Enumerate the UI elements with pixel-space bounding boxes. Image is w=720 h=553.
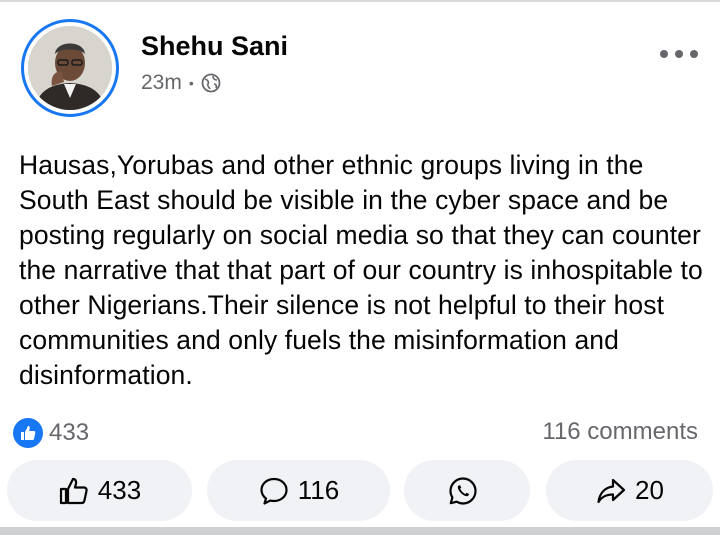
more-dot-icon <box>675 50 683 58</box>
whatsapp-share-button[interactable] <box>404 460 530 521</box>
post-meta: 23m • <box>141 71 221 95</box>
more-dot-icon <box>690 50 698 58</box>
post-text: Hausas,Yorubas and other ethnic groups l… <box>19 150 703 390</box>
like-count: 433 <box>97 475 142 505</box>
share-icon <box>597 478 626 503</box>
more-options-button[interactable] <box>660 44 698 64</box>
comment-icon <box>260 477 288 505</box>
comments-count[interactable]: 116 comments <box>542 418 698 446</box>
reaction-count: 433 <box>49 419 90 446</box>
share-count: 20 <box>635 475 664 505</box>
profile-photo-icon <box>28 26 112 110</box>
whatsapp-icon <box>449 476 477 505</box>
post-time[interactable]: 23m <box>141 71 182 95</box>
like-reaction-icon <box>13 418 43 448</box>
meta-separator: • <box>188 75 194 91</box>
bottom-divider <box>0 527 720 535</box>
top-divider <box>0 0 720 2</box>
thumbs-up-icon <box>59 477 88 504</box>
reaction-summary[interactable]: 433 <box>13 418 89 448</box>
share-button[interactable]: 20 <box>546 460 713 521</box>
comment-count: 116 <box>297 475 340 505</box>
globe-icon[interactable] <box>201 73 221 93</box>
like-button[interactable]: 433 <box>7 460 192 521</box>
author-name[interactable]: Shehu Sani <box>141 31 288 62</box>
avatar-photo <box>28 26 112 110</box>
more-dot-icon <box>660 50 668 58</box>
comment-button[interactable]: 116 <box>207 460 390 521</box>
avatar[interactable] <box>21 19 119 117</box>
